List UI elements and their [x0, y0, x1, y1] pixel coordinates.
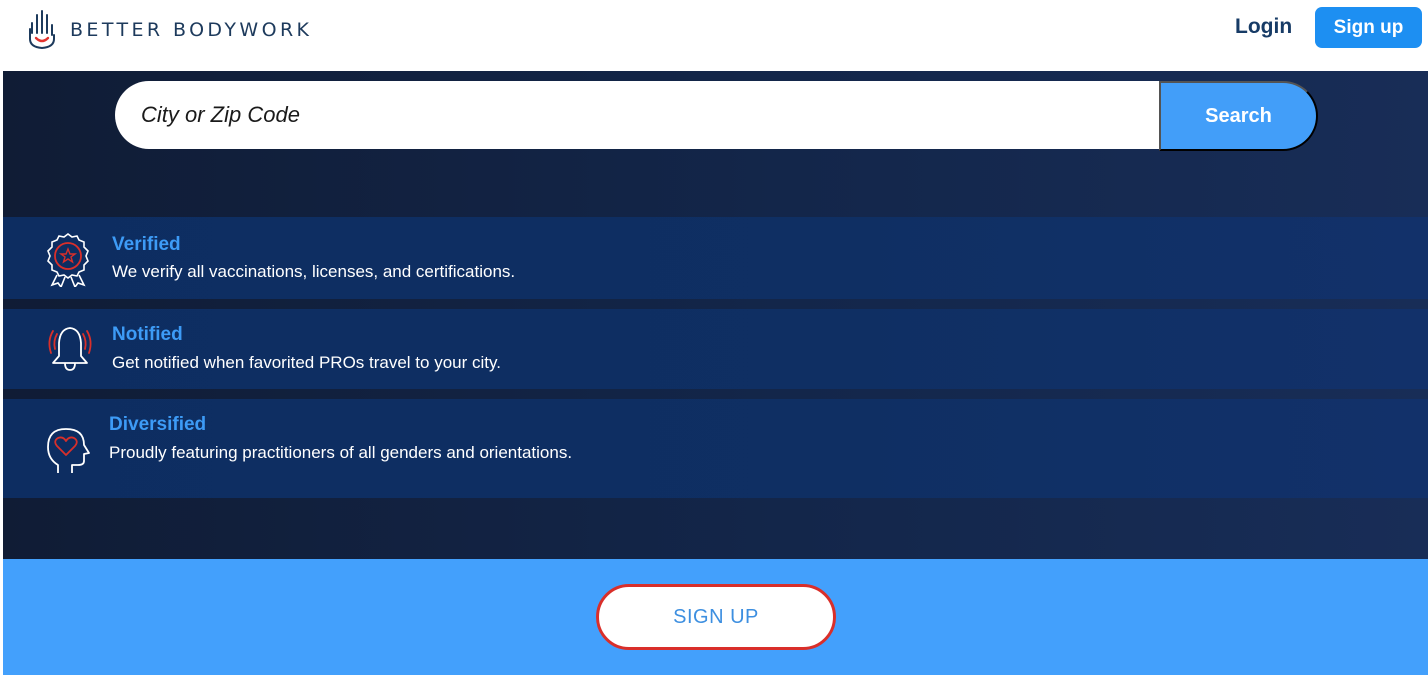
search-bar: City or Zip Code Search [115, 81, 1318, 151]
login-link[interactable]: Login [1235, 15, 1292, 39]
feature-title: Diversified [109, 414, 207, 435]
feature-title: Verified [112, 234, 181, 255]
feature-description: Proudly featuring practitioners of all g… [109, 443, 573, 462]
signup-button[interactable]: Sign up [1315, 7, 1422, 48]
feature-diversified: Diversified Proudly featuring practition… [3, 399, 1428, 498]
verified-badge-icon [47, 233, 89, 287]
bell-icon [48, 327, 92, 371]
logo[interactable]: BETTER BODYWORK [26, 9, 312, 51]
feature-title: Notified [112, 324, 183, 345]
feature-description: We verify all vaccinations, licenses, an… [112, 262, 516, 281]
feature-verified: Verified We verify all vaccinations, lic… [3, 217, 1428, 299]
head-heart-icon [47, 428, 90, 473]
logo-text: BETTER BODYWORK [70, 19, 313, 41]
site-header: BETTER BODYWORK Login Sign up [0, 0, 1428, 71]
cta-signup-button[interactable]: SIGN UP [596, 584, 836, 650]
search-input[interactable]: City or Zip Code [115, 81, 1161, 149]
hand-logo-icon [29, 10, 55, 50]
hero-section: City or Zip Code Search Verified We veri… [3, 71, 1428, 559]
cta-section: SIGN UP [3, 559, 1428, 675]
search-button[interactable]: Search [1159, 81, 1318, 151]
feature-description: Get notified when favorited PROs travel … [112, 353, 501, 372]
feature-notified: Notified Get notified when favorited PRO… [3, 309, 1428, 389]
